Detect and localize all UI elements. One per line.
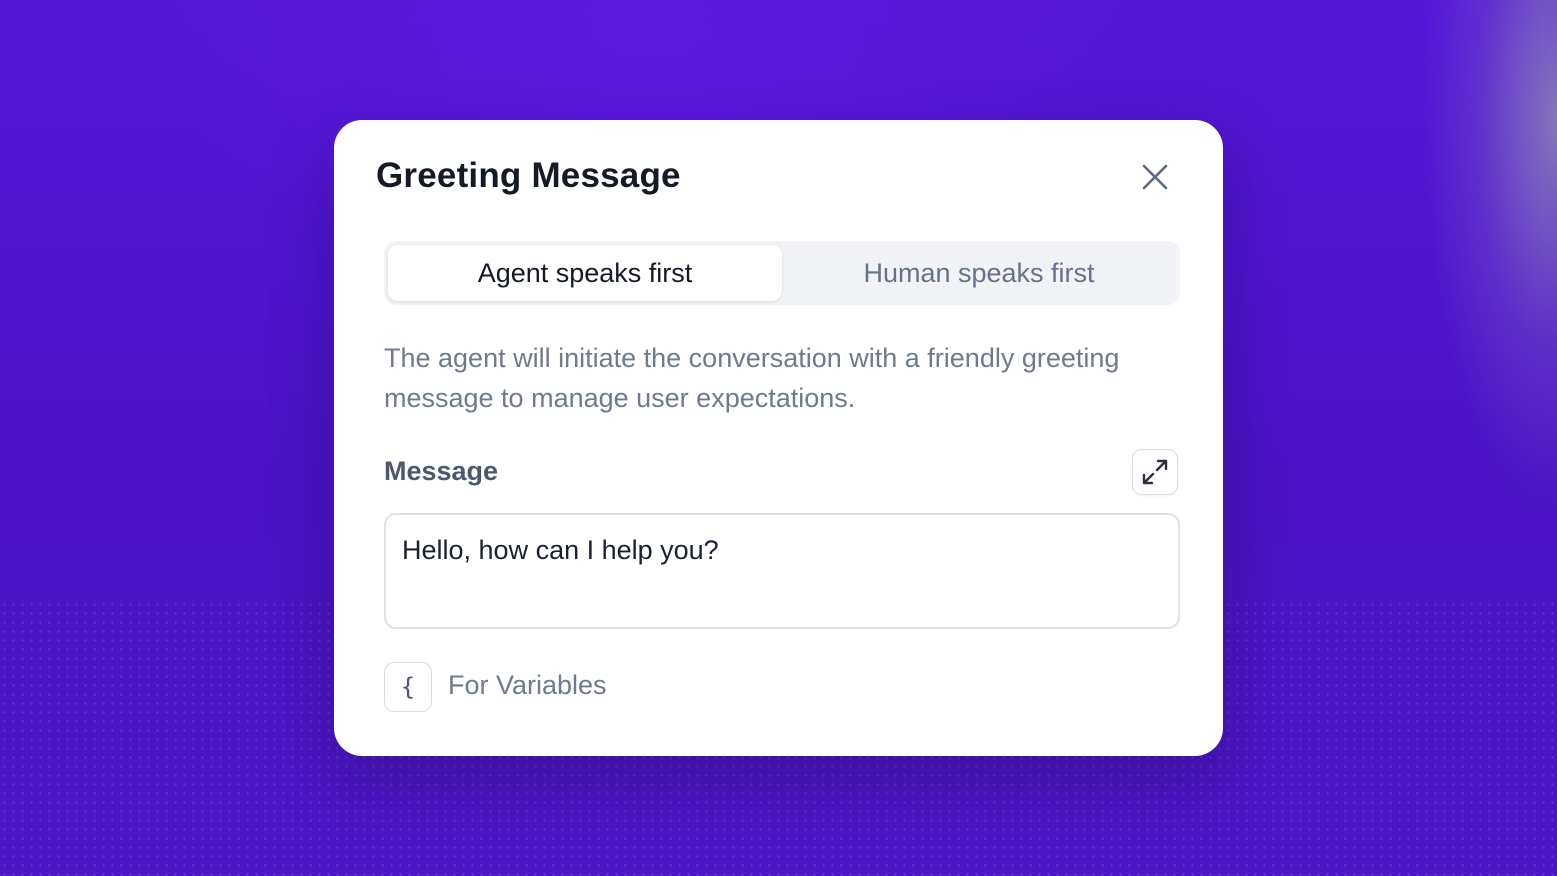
tab-agent-speaks-first[interactable]: Agent speaks first bbox=[388, 245, 782, 301]
close-icon bbox=[1142, 164, 1168, 190]
variables-hint-label: For Variables bbox=[448, 670, 607, 700]
tab-description: The agent will initiate the conversation… bbox=[384, 343, 1120, 413]
speaker-tab-group: Agent speaks first Human speaks first bbox=[384, 241, 1180, 305]
tab-human-speaks-first[interactable]: Human speaks first bbox=[782, 245, 1176, 301]
expand-icon bbox=[1142, 459, 1168, 485]
message-textarea[interactable]: Hello, how can I help you? bbox=[384, 513, 1180, 629]
greeting-message-dialog: Greeting Message Agent speaks first Huma… bbox=[334, 120, 1223, 756]
message-label: Message bbox=[384, 456, 499, 486]
expand-message-button[interactable] bbox=[1132, 449, 1178, 495]
dialog-title: Greeting Message bbox=[376, 156, 681, 195]
close-button[interactable] bbox=[1132, 154, 1178, 200]
variables-brace-button[interactable]: { bbox=[384, 662, 432, 712]
